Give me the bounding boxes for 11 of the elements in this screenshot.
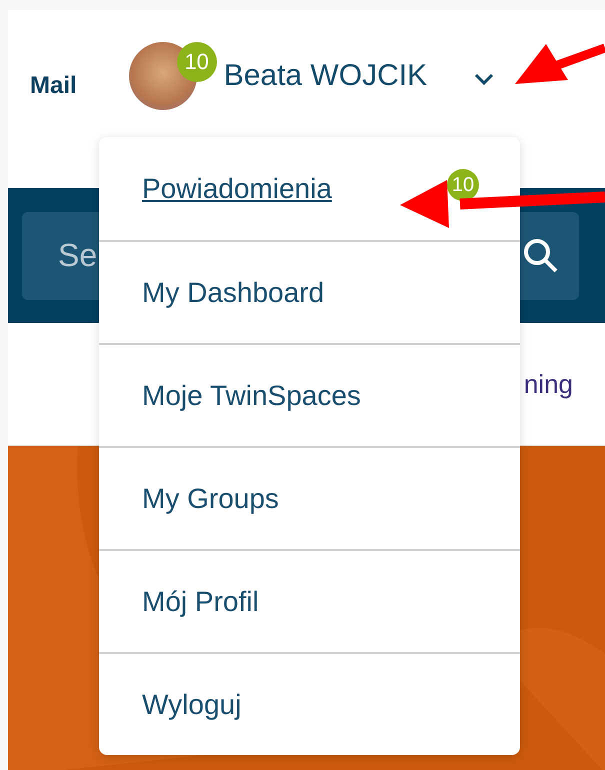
user-name: Beata WOJCIK [224, 59, 428, 93]
menu-item[interactable]: My Dashboard [99, 240, 520, 343]
chevron-icon[interactable] [473, 72, 496, 86]
menu-item[interactable]: Mój Profil [99, 549, 520, 652]
menu-item[interactable]: Wyloguj [99, 652, 520, 755]
mail-link[interactable]: Mail [30, 72, 77, 100]
menu-item[interactable]: Moje TwinSpaces [99, 343, 520, 446]
notification-badge: 10 [447, 169, 479, 201]
menu-item[interactable]: My Groups [99, 446, 520, 549]
nav-link[interactable]: ning [524, 368, 573, 400]
notification-badge: 10 [176, 42, 217, 82]
